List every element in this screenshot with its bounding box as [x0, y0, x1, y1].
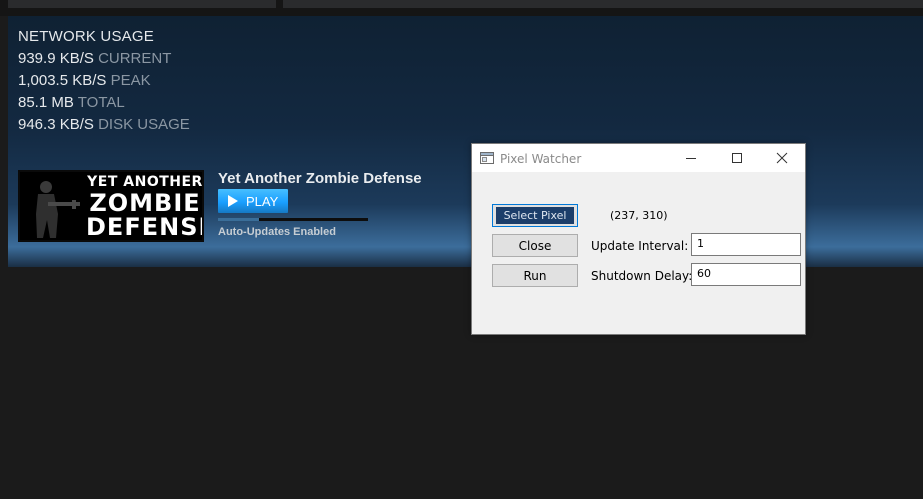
current-value: 939.9 KB/S	[18, 50, 94, 67]
soldier-figure-icon	[36, 181, 80, 238]
total-label: TOTAL	[77, 94, 125, 111]
network-peak-row: 1,003.5 KB/S PEAK	[18, 70, 190, 92]
maximize-button[interactable]	[714, 144, 760, 172]
shutdown-delay-label: Shutdown Delay:	[591, 269, 693, 283]
pixel-coordinates: (237, 310)	[610, 209, 668, 222]
shutdown-delay-input[interactable]: 60	[691, 263, 801, 286]
download-progress-fill	[218, 218, 259, 221]
close-icon	[776, 152, 788, 164]
window-app-icon	[480, 152, 494, 164]
game-download-row: YET ANOTHER ZOMBIE DEFENSE Yet Another Z…	[18, 170, 518, 242]
network-total-row: 85.1 MB TOTAL	[18, 92, 190, 114]
current-label: CURRENT	[98, 50, 172, 67]
update-interval-input[interactable]: 1	[691, 233, 801, 256]
close-window-button[interactable]	[759, 144, 805, 172]
disk-usage-label: DISK USAGE	[98, 116, 190, 133]
maximize-icon	[732, 153, 742, 163]
auto-updates-status: Auto-Updates Enabled	[218, 226, 336, 238]
update-interval-label: Update Interval:	[591, 239, 689, 253]
download-progress-bar	[218, 218, 368, 221]
run-button[interactable]: Run	[492, 264, 578, 287]
minimize-icon	[686, 158, 696, 159]
network-current-row: 939.9 KB/S CURRENT	[18, 48, 190, 70]
play-triangle-icon	[228, 195, 238, 207]
disk-usage-value: 946.3 KB/S	[18, 116, 94, 133]
play-label: PLAY	[246, 193, 279, 209]
game-title[interactable]: Yet Another Zombie Defense	[218, 170, 422, 187]
game-thumbnail[interactable]: YET ANOTHER ZOMBIE DEFENSE	[18, 170, 204, 242]
network-usage-block: NETWORK USAGE 939.9 KB/S CURRENT 1,003.5…	[18, 26, 190, 136]
pixel-watcher-dialog: Pixel Watcher Select Pixel Close Run (23…	[471, 143, 806, 335]
dialog-title: Pixel Watcher	[500, 152, 582, 166]
total-value: 85.1 MB	[18, 94, 74, 111]
logo-line-3: DEFENSE	[86, 213, 204, 241]
top-tab-left	[8, 0, 276, 8]
play-button[interactable]: PLAY	[218, 189, 288, 213]
game-logo: YET ANOTHER ZOMBIE DEFENSE	[86, 174, 204, 241]
select-pixel-label: Select Pixel	[496, 207, 574, 224]
network-usage-title: NETWORK USAGE	[18, 28, 154, 45]
minimize-button[interactable]	[668, 144, 714, 172]
close-button[interactable]: Close	[492, 234, 578, 257]
peak-label: PEAK	[110, 72, 151, 89]
dialog-titlebar[interactable]: Pixel Watcher	[472, 144, 805, 172]
logo-line-2: ZOMBIE	[89, 189, 201, 217]
top-tab-right	[283, 0, 923, 8]
peak-value: 1,003.5 KB/S	[18, 72, 107, 89]
top-strip	[0, 0, 923, 16]
network-disk-row: 946.3 KB/S DISK USAGE	[18, 114, 190, 136]
select-pixel-button[interactable]: Select Pixel	[492, 204, 578, 227]
